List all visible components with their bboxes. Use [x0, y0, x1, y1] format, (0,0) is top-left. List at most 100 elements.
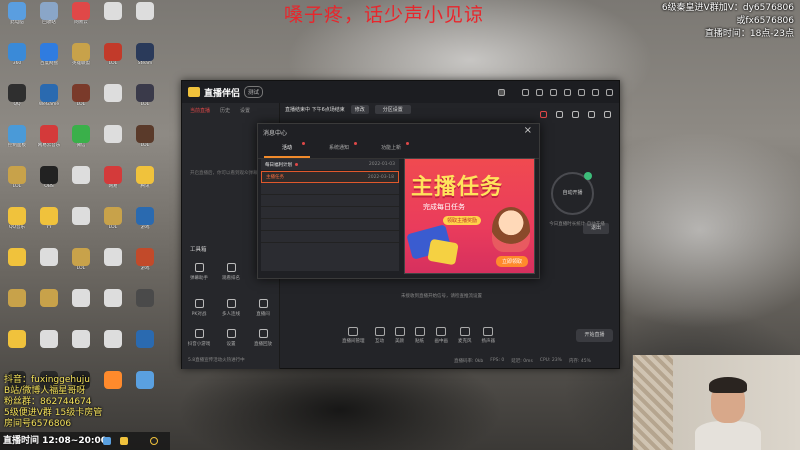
tab-history[interactable]: 历史	[220, 107, 230, 114]
desktop-icon[interactable]	[98, 125, 128, 163]
tool-multi-link[interactable]: 多人连线	[218, 299, 244, 323]
share-icon[interactable]	[604, 111, 611, 118]
close-icon[interactable]: ×	[524, 125, 532, 136]
desktop-icon[interactable]: 回收站	[34, 2, 64, 40]
desktop-icon[interactable]: LOL	[2, 166, 32, 204]
tool-danmu[interactable]: 弹幕助手	[186, 263, 212, 287]
task-banner[interactable]: 主播任务 完成每日任务 领取主播奖励 立即领取	[404, 158, 535, 274]
desktop-icon[interactable]: LOL	[98, 207, 128, 245]
bottom-tool[interactable]: 直播间管理	[342, 327, 365, 344]
grid-icon[interactable]	[556, 111, 563, 118]
desktop-icon[interactable]	[130, 371, 160, 409]
desktop-icon[interactable]: QQ	[2, 84, 32, 122]
bottom-tool[interactable]: 画中画	[435, 327, 448, 344]
desktop-icon[interactable]: YY	[34, 207, 64, 245]
desktop-icon[interactable]: 此电脑	[2, 2, 32, 40]
close-icon[interactable]	[606, 88, 613, 96]
tool-settings[interactable]: 设置	[218, 329, 244, 353]
skin-icon[interactable]	[550, 88, 557, 96]
desktop-icon[interactable]: 游戏	[130, 207, 160, 245]
chat-icon[interactable]	[572, 111, 579, 118]
desktop-icon[interactable]: 网易云	[66, 2, 96, 40]
desktop-icon[interactable]	[98, 371, 128, 409]
desktop-icon[interactable]	[130, 330, 160, 368]
taskbar-app-icon[interactable]	[120, 437, 128, 445]
bottom-tool[interactable]: 互动	[374, 327, 385, 344]
minimize-icon[interactable]	[578, 88, 585, 96]
desktop-icon[interactable]	[2, 248, 32, 286]
tool-replay[interactable]: 直播回放	[250, 329, 276, 353]
category-button[interactable]: 分区设置	[374, 105, 411, 114]
taskbar-app-icon[interactable]	[150, 437, 158, 445]
desktop-icon[interactable]	[98, 289, 128, 327]
edit-button[interactable]: 修改	[350, 105, 369, 114]
desktop-icon[interactable]: 游戏	[130, 248, 160, 286]
claim-button[interactable]: 立即领取	[495, 256, 528, 267]
bottom-tool[interactable]: 贴纸	[414, 327, 425, 344]
desktop-icon[interactable]	[66, 166, 96, 204]
avatar[interactable]	[498, 88, 505, 96]
desktop-icon[interactable]: Steam	[130, 43, 160, 81]
desktop-icon[interactable]	[66, 289, 96, 327]
list-item[interactable]: 主播任务 2022-03-18	[261, 171, 399, 183]
list-item	[261, 207, 399, 219]
desktop-icon[interactable]: 网易云音乐	[34, 125, 64, 163]
bottom-tool[interactable]: 美颜	[394, 327, 405, 344]
taskbar-app-icon[interactable]	[103, 437, 111, 445]
tool-mini-game[interactable]: 抖音小游戏	[186, 329, 212, 353]
status-item: 延迟: 0ms	[511, 359, 533, 364]
message-icon[interactable]	[536, 88, 543, 96]
desktop-icon[interactable]	[66, 207, 96, 245]
tab-system-notice[interactable]: 系统通知	[316, 140, 362, 158]
desktop-icon[interactable]	[130, 289, 160, 327]
live-header: 直播结束中 下午6点场结束 修改 分区设置	[285, 105, 411, 114]
desktop-icon[interactable]: WeGame	[34, 84, 64, 122]
bell-icon[interactable]	[588, 111, 595, 118]
tool-room[interactable]: 直播间	[250, 299, 276, 323]
desktop-icon[interactable]: LOL	[130, 125, 160, 163]
desktop-icon[interactable]: 控制面板	[2, 125, 32, 163]
desktop-icon[interactable]: QQ音乐	[2, 207, 32, 245]
desktop-icon[interactable]: LOL	[98, 43, 128, 81]
promo-text[interactable]: 5.8直播宣传活动火热进行中	[188, 357, 245, 363]
tab-settings[interactable]: 设置	[240, 107, 250, 114]
desktop-icon[interactable]: OBS	[34, 166, 64, 204]
desktop-icon[interactable]	[34, 248, 64, 286]
desktop-icon-label: 游戏	[140, 225, 150, 230]
desktop-icon[interactable]	[98, 248, 128, 286]
desktop-icon[interactable]	[34, 330, 64, 368]
desktop-icon[interactable]	[2, 289, 32, 327]
desktop-icon[interactable]	[98, 2, 128, 40]
desktop-icon[interactable]: 百度网盘	[34, 43, 64, 81]
desktop-icon[interactable]	[130, 2, 160, 40]
menu-icon[interactable]	[564, 88, 571, 96]
tab-current-live[interactable]: 当前直播	[190, 107, 210, 114]
desktop-icon[interactable]: 360	[2, 43, 32, 81]
desktop-icon[interactable]: LOL	[66, 248, 96, 286]
desktop-icon-label: 游戏	[140, 266, 150, 271]
tool-ranking[interactable]: 观看排名	[218, 263, 244, 287]
gift-icon[interactable]	[540, 111, 547, 118]
status-item: FPS: 0	[490, 358, 505, 363]
maximize-icon[interactable]	[592, 88, 599, 96]
start-live-button[interactable]: 开始直播	[576, 329, 613, 342]
desktop-icon[interactable]	[66, 330, 96, 368]
bottom-tool[interactable]: 麦克风	[458, 327, 472, 344]
tab-new-features[interactable]: 功能上新	[368, 140, 414, 158]
desktop-icon[interactable]: 网易	[98, 166, 128, 204]
desktop-icon[interactable]	[98, 84, 128, 122]
bottom-tool[interactable]: 扬声器	[482, 327, 495, 344]
desktop-icon[interactable]	[34, 289, 64, 327]
desktop-icon[interactable]: 英雄联盟	[66, 43, 96, 81]
tool-pk[interactable]: PK对战	[186, 299, 212, 323]
desktop-icon[interactable]	[2, 330, 32, 368]
headset-icon[interactable]	[522, 88, 529, 96]
desktop-icon[interactable]: LOL	[130, 84, 160, 122]
desktop-icon[interactable]: 微信	[66, 125, 96, 163]
tab-activity[interactable]: 活动	[264, 140, 310, 158]
header-tools	[540, 111, 611, 118]
desktop-icon[interactable]: 腾讯	[130, 166, 160, 204]
list-item[interactable]: 每日福利计划 2022-01-03	[261, 159, 399, 171]
desktop-icon[interactable]: LOL	[66, 84, 96, 122]
desktop-icon[interactable]	[98, 330, 128, 368]
